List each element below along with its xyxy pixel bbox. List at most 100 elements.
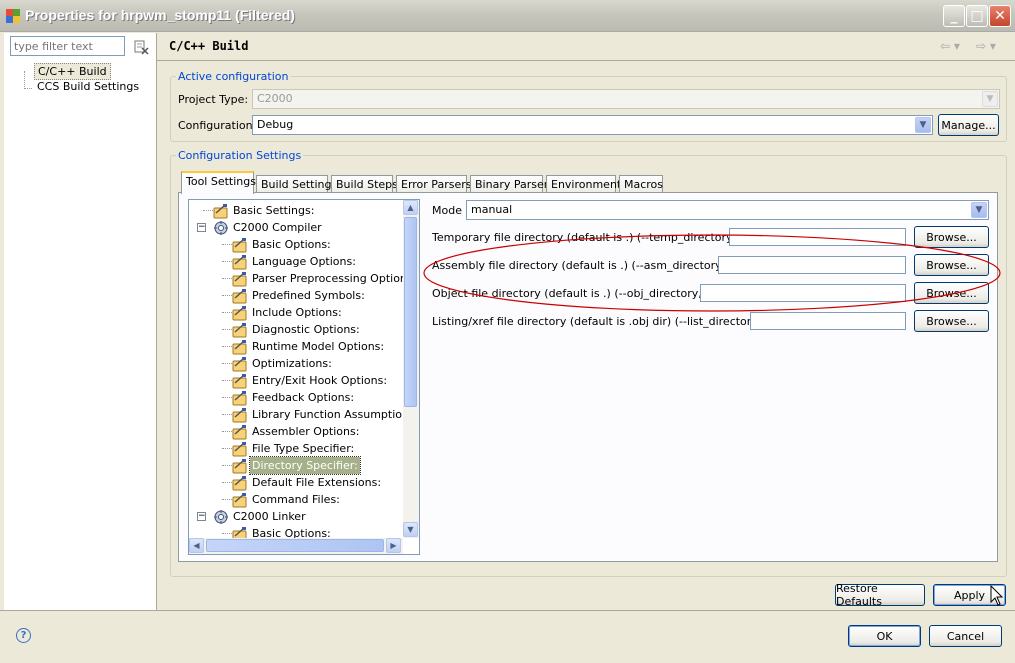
option-category-icon bbox=[232, 238, 247, 253]
tree-node[interactable]: File Type Specifier: bbox=[189, 440, 403, 457]
tree-connector bbox=[222, 414, 232, 415]
tree-connector bbox=[222, 533, 232, 534]
configuration-select[interactable]: Debug ▼ bbox=[252, 115, 933, 135]
title-bar: Properties for hrpwm_stomp11 (Filtered) … bbox=[0, 0, 1015, 32]
manage-button[interactable]: Manage... bbox=[938, 114, 999, 136]
tree-node[interactable]: Library Function Assumptions: bbox=[189, 406, 418, 423]
clear-filter-icon[interactable] bbox=[133, 39, 149, 55]
mode-select[interactable]: manual ▼ bbox=[466, 200, 989, 220]
tree-node[interactable]: Runtime Model Options: bbox=[189, 338, 403, 355]
tree-node[interactable]: Command Files: bbox=[189, 491, 403, 508]
mode-value: manual bbox=[471, 203, 513, 216]
tree-node[interactable]: Feedback Options: bbox=[189, 389, 403, 406]
scroll-thumb-horizontal[interactable] bbox=[206, 539, 384, 552]
tree-node-label: Basic Options: bbox=[252, 238, 331, 251]
tree-node-label: Feedback Options: bbox=[252, 391, 355, 404]
maximize-button[interactable]: □ bbox=[966, 5, 988, 27]
tree-node[interactable]: Diagnostic Options: bbox=[189, 321, 403, 338]
tree-node-label: Diagnostic Options: bbox=[252, 323, 360, 336]
option-category-icon bbox=[232, 255, 247, 270]
tab-environment[interactable]: Environment bbox=[546, 175, 621, 193]
header-separator bbox=[157, 60, 1015, 61]
minimize-button[interactable]: _ bbox=[943, 5, 965, 27]
temp-directory-input[interactable] bbox=[729, 228, 906, 246]
tree-connector bbox=[222, 346, 232, 347]
project-type-label: Project Type: bbox=[178, 93, 249, 106]
sidebar-item-ccs-build-settings[interactable]: CCS Build Settings bbox=[34, 79, 142, 94]
scroll-up-icon[interactable]: ▲ bbox=[403, 200, 418, 215]
list-directory-input[interactable] bbox=[750, 312, 906, 330]
collapse-toggle-icon[interactable]: − bbox=[197, 223, 206, 232]
tree-node[interactable]: Parser Preprocessing Options: bbox=[189, 270, 416, 287]
tool-gear-icon bbox=[214, 510, 228, 524]
option-category-icon bbox=[232, 323, 247, 338]
tree-node-label: Language Options: bbox=[252, 255, 356, 268]
tab-build-settings[interactable]: Build Settings bbox=[256, 175, 337, 193]
option-category-icon bbox=[232, 493, 247, 508]
tree-node[interactable]: Basic Options: bbox=[189, 236, 403, 253]
obj-directory-label: Object file directory (default is .) (--… bbox=[432, 287, 722, 300]
tree-node-label: Optimizations: bbox=[252, 357, 332, 370]
cancel-button[interactable]: Cancel bbox=[929, 625, 1002, 647]
restore-defaults-button[interactable]: Restore Defaults bbox=[835, 582, 925, 608]
ok-button[interactable]: OK bbox=[848, 625, 921, 647]
tree-node[interactable]: Directory Specifier: bbox=[189, 456, 403, 475]
tree-connector bbox=[203, 210, 213, 211]
sidebar-item-cc-build[interactable]: C/C++ Build bbox=[34, 63, 111, 80]
tree-node[interactable]: − C2000 Linker bbox=[189, 508, 403, 525]
tree-connector bbox=[222, 261, 232, 262]
tool-settings-tree[interactable]: Basic Settings: − C2000 Compiler Basic Opti… bbox=[188, 199, 420, 555]
tree-node[interactable]: Language Options: bbox=[189, 253, 403, 270]
tree-node[interactable]: Entry/Exit Hook Options: bbox=[189, 372, 403, 389]
tree-node[interactable]: Optimizations: bbox=[189, 355, 403, 372]
option-category-icon bbox=[232, 408, 247, 423]
temp-directory-browse-button[interactable]: Browse... bbox=[914, 226, 989, 248]
option-category-icon bbox=[232, 374, 247, 389]
forward-arrow-icon[interactable]: ⇨ ▾ bbox=[976, 39, 996, 53]
tree-node-label: C2000 Compiler bbox=[233, 221, 322, 234]
tree-node-label: Command Files: bbox=[252, 493, 340, 506]
close-icon: ✕ bbox=[994, 8, 1006, 24]
tab-build-steps[interactable]: Build Steps bbox=[331, 175, 398, 193]
scroll-down-icon[interactable]: ▼ bbox=[403, 522, 418, 537]
configuration-settings-legend: Configuration Settings bbox=[176, 149, 304, 162]
tree-node[interactable]: Predefined Symbols: bbox=[189, 287, 403, 304]
tree-connector bbox=[222, 499, 232, 500]
tab-tool-settings[interactable]: Tool Settings bbox=[181, 171, 256, 194]
list-directory-browse-button[interactable]: Browse... bbox=[914, 310, 989, 332]
scroll-thumb[interactable] bbox=[404, 217, 417, 407]
close-button[interactable]: ✕ bbox=[989, 5, 1011, 27]
asm-directory-browse-button[interactable]: Browse... bbox=[914, 254, 989, 276]
tree-node-label: Assembler Options: bbox=[252, 425, 360, 438]
tree-node-label: File Type Specifier: bbox=[252, 442, 355, 455]
tab-macros[interactable]: Macros bbox=[619, 175, 663, 193]
back-arrow-icon[interactable]: ⇦ ▾ bbox=[940, 39, 960, 53]
tree-node[interactable]: Basic Settings: bbox=[189, 202, 403, 219]
collapse-toggle-icon[interactable]: − bbox=[197, 512, 206, 521]
scroll-left-icon[interactable]: ◀ bbox=[189, 538, 204, 553]
scroll-right-icon[interactable]: ▶ bbox=[386, 538, 401, 553]
obj-directory-browse-button[interactable]: Browse... bbox=[914, 282, 989, 304]
tree-connector bbox=[222, 482, 232, 483]
minimize-icon: _ bbox=[950, 8, 958, 24]
tree-vertical-scrollbar[interactable]: ▲ ▼ bbox=[403, 200, 419, 538]
tree-horizontal-scrollbar[interactable]: ◀ ▶ bbox=[189, 538, 403, 554]
project-type-select[interactable]: C2000 ▼ bbox=[252, 89, 1000, 109]
tree-connector bbox=[222, 295, 232, 296]
filter-input[interactable] bbox=[10, 36, 125, 56]
tree-node[interactable]: Include Options: bbox=[189, 304, 403, 321]
obj-directory-input[interactable] bbox=[700, 284, 906, 302]
option-category-icon bbox=[232, 340, 247, 355]
tree-connector bbox=[222, 363, 232, 364]
tree-node[interactable]: Default File Extensions: bbox=[189, 474, 403, 491]
help-icon[interactable]: ? bbox=[16, 628, 31, 643]
tree-connector bbox=[222, 431, 232, 432]
tree-node[interactable]: Assembler Options: bbox=[189, 423, 403, 440]
tree-node-label: Directory Specifier: bbox=[249, 456, 361, 475]
tab-error-parsers[interactable]: Error Parsers bbox=[396, 175, 471, 193]
option-category-icon bbox=[232, 476, 247, 491]
tree-node[interactable]: − C2000 Compiler bbox=[189, 219, 403, 236]
asm-directory-input[interactable] bbox=[718, 256, 906, 274]
option-category-icon bbox=[232, 391, 247, 406]
tab-binary-parser[interactable]: Binary Parser bbox=[470, 175, 548, 193]
